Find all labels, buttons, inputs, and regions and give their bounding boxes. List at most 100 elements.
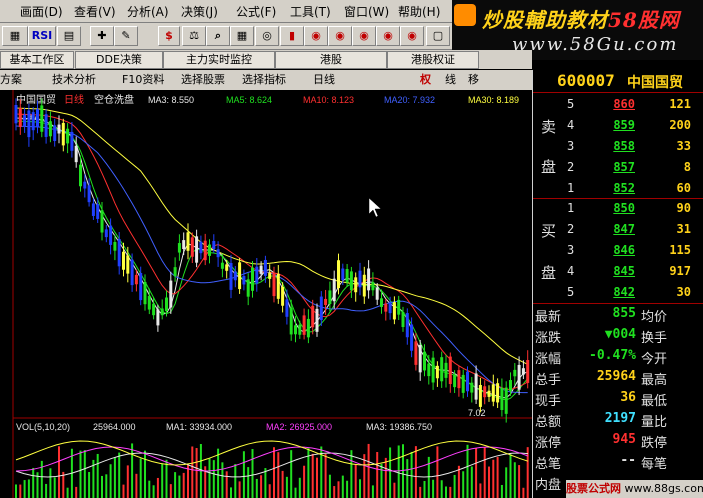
tab-rights[interactable]: 权 — [420, 72, 431, 88]
candle-body — [18, 107, 22, 127]
candle-body — [139, 272, 143, 301]
level-index: 4 — [567, 264, 575, 278]
volume-bar — [354, 464, 357, 498]
candle-body — [177, 243, 181, 253]
volume-bar — [350, 450, 353, 498]
stock-code: 600007 — [557, 71, 615, 90]
tab-f10[interactable]: F10资料 — [122, 72, 164, 88]
ring1-icon-button[interactable]: ◉ — [304, 26, 328, 46]
dollar-icon-button[interactable]: $ — [158, 26, 180, 46]
candle-body — [414, 341, 418, 365]
grid2-icon-button[interactable]: ▦ — [230, 26, 254, 46]
stat-row: 涨幅 -0.47% 今开 — [533, 346, 703, 367]
candle-body — [173, 267, 177, 277]
volume-bar — [445, 486, 447, 498]
candle-body — [457, 370, 461, 389]
tab-select-indicator[interactable]: 选择指标 — [242, 72, 286, 88]
volume-bar — [513, 462, 516, 498]
volume-bar — [397, 445, 400, 498]
candle-body — [190, 237, 194, 257]
target-icon-button[interactable]: ◎ — [255, 26, 279, 46]
volume-bar — [324, 453, 327, 498]
ring2-icon-button[interactable]: ◉ — [328, 26, 352, 46]
candle-body — [397, 299, 401, 315]
tab-move[interactable]: 移 — [468, 72, 479, 88]
candle-body — [263, 259, 267, 276]
volume-bar — [303, 465, 306, 498]
tab-hk-warrant[interactable]: 港股权证 — [387, 51, 479, 69]
candle-body — [392, 302, 396, 320]
quote-header: 600007 中国国贸 — [533, 70, 703, 92]
tab-main-monitor[interactable]: 主力实时监控 — [163, 51, 275, 69]
ring4-icon-button[interactable]: ◉ — [376, 26, 400, 46]
tab-line[interactable]: 线 — [445, 72, 456, 88]
tab-daily[interactable]: 日线 — [313, 72, 335, 88]
crosshair-icon-button[interactable]: ✚ — [90, 26, 114, 46]
candle-body — [208, 244, 211, 256]
volume-bar — [371, 485, 374, 498]
tab-select-stock[interactable]: 选择股票 — [181, 72, 225, 88]
candle-body — [483, 386, 487, 398]
volume-bar — [496, 456, 499, 498]
candle-body — [229, 263, 233, 290]
rsi-button[interactable]: RSI — [28, 26, 56, 46]
menu-decision[interactable]: 决策(J) — [181, 3, 218, 20]
menu-analysis[interactable]: 分析(A) — [127, 3, 169, 20]
candle-body — [66, 128, 70, 144]
volume-bar — [251, 449, 254, 498]
tab-hk[interactable]: 港股 — [275, 51, 387, 69]
kline-chart[interactable]: 中国国贸 日线 空仓洗盘 MA3: 8.550 MA5: 8.624 MA10: 8… — [0, 90, 532, 498]
menu-help[interactable]: 帮助(H) — [398, 3, 440, 20]
candle-body — [302, 315, 306, 335]
candle-icon-button[interactable]: ▮ — [280, 26, 304, 46]
ring5-icon-button[interactable]: ◉ — [400, 26, 424, 46]
level-volume: 8 — [683, 160, 691, 174]
volume-bar — [49, 468, 52, 498]
volume-bar — [402, 444, 404, 498]
candle-body — [349, 271, 353, 291]
menu-view[interactable]: 查看(V) — [74, 3, 116, 20]
candle-body — [285, 299, 289, 317]
volume-bar — [376, 452, 379, 498]
tab-scheme[interactable]: 方案 — [0, 72, 22, 88]
period-label: 日线 — [64, 93, 84, 106]
volume-bar — [337, 481, 340, 498]
volume-bar — [101, 475, 103, 498]
tab-dde[interactable]: DDE决策 — [75, 51, 163, 69]
tab-tech-analysis[interactable]: 技术分析 — [52, 72, 96, 88]
level-volume: 917 — [669, 264, 691, 278]
vol-legend-item: 25964.000 — [93, 422, 136, 432]
window-icon-button[interactable]: ▢ — [426, 26, 450, 46]
candle-body — [169, 280, 173, 308]
volume-bar — [440, 480, 443, 498]
ma-legend-item: MA20: 7.932 — [384, 95, 435, 105]
candle-body — [294, 325, 297, 335]
chart-icon-button[interactable]: ▦ — [2, 26, 28, 46]
volume-bar — [19, 484, 22, 498]
candle-body — [83, 181, 87, 189]
pencil-icon-button[interactable]: ✎ — [114, 26, 138, 46]
stat-label-2: 跌停 — [641, 436, 668, 451]
menu-window[interactable]: 窗口(W) — [344, 3, 389, 20]
candle-body — [453, 374, 457, 388]
tab-basic-workspace[interactable]: 基本工作区 — [0, 51, 74, 69]
ring3-icon-button[interactable]: ◉ — [352, 26, 376, 46]
candle-body — [165, 297, 168, 312]
volume-bar — [277, 452, 280, 498]
menu-formula[interactable]: 公式(F) — [236, 3, 276, 20]
grid-icon-button[interactable]: ▤ — [57, 26, 81, 46]
candle-body — [91, 203, 95, 216]
binoculars-icon-button[interactable]: ⌕ — [206, 26, 230, 46]
volume-bar — [27, 479, 30, 498]
menu-tools[interactable]: 工具(T) — [290, 3, 331, 20]
volume-bar — [518, 465, 521, 498]
menu-view-screen[interactable]: 画面(D) — [20, 3, 63, 20]
scales-icon-button[interactable]: ⚖ — [182, 26, 206, 46]
volume-bar — [264, 468, 267, 498]
volume-bar — [328, 474, 331, 498]
volume-bar — [58, 446, 60, 498]
candle-body — [14, 104, 18, 124]
candle-body — [461, 374, 465, 393]
volume-bar — [148, 480, 151, 498]
volume-bar — [268, 484, 271, 498]
